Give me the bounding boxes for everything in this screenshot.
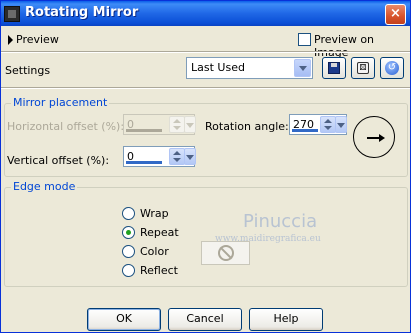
ok-button[interactable]: OK — [87, 308, 161, 331]
rotation-angle-field[interactable]: 270 — [289, 114, 347, 135]
save-preset-icon — [328, 62, 340, 74]
spinner-arrows-icon[interactable] — [320, 116, 336, 133]
divider — [1, 51, 410, 53]
spinner-arrows-icon — [169, 116, 185, 133]
preset-select-value: Last Used — [191, 61, 245, 74]
color-radio[interactable] — [122, 245, 135, 258]
vertical-offset-label: Vertical offset (%): — [7, 154, 110, 167]
app-icon — [4, 6, 20, 22]
close-button[interactable]: × — [385, 4, 406, 25]
rotation-angle-label: Rotation angle: — [205, 120, 289, 133]
rotating-mirror-dialog: Rotating Mirror × Preview Preview on Ima… — [0, 0, 411, 333]
title-bar[interactable]: Rotating Mirror × — [1, 1, 410, 26]
expand-preview-icon[interactable] — [8, 35, 13, 45]
reflect-radio-label[interactable]: Reflect — [140, 264, 178, 277]
edge-mode-title: Edge mode — [11, 180, 78, 193]
horizontal-offset-field: 0 — [123, 114, 196, 135]
wrap-radio[interactable] — [122, 207, 135, 220]
reflect-radio[interactable] — [122, 264, 135, 277]
chevron-down-icon[interactable] — [294, 59, 311, 77]
help-button[interactable]: Help — [249, 308, 323, 331]
edge-mode-group: Edge mode — [4, 180, 408, 287]
cancel-button[interactable]: Cancel — [168, 308, 242, 331]
rotation-angle-slider[interactable] — [292, 129, 318, 132]
dice-icon: ⚄ — [357, 62, 369, 74]
preview-on-image-checkbox[interactable] — [298, 33, 311, 46]
wrap-radio-label[interactable]: Wrap — [140, 207, 169, 220]
save-preset-button[interactable] — [322, 57, 346, 79]
chevron-down-icon[interactable] — [184, 148, 196, 165]
color-radio-label[interactable]: Color — [140, 245, 169, 258]
reset-icon: ↺ — [385, 61, 399, 75]
preview-on-image-label[interactable]: Preview on Image — [314, 33, 410, 59]
repeat-radio[interactable] — [122, 226, 135, 239]
preset-select[interactable]: Last Used — [186, 57, 313, 79]
spinner-arrows-icon[interactable] — [169, 148, 185, 165]
angle-arrow-tip — [379, 134, 385, 142]
repeat-radio-label[interactable]: Repeat — [140, 226, 179, 239]
preview-toggle-label[interactable]: Preview — [16, 33, 59, 46]
window-title: Rotating Mirror — [25, 5, 139, 20]
angle-dial-icon[interactable] — [353, 116, 395, 158]
vertical-offset-slider[interactable] — [126, 161, 162, 164]
horizontal-offset-label: Horizontal offset (%): — [7, 120, 125, 133]
edge-color-swatch — [201, 241, 250, 265]
watermark-url: www.maidiregrafica.eu — [215, 234, 321, 244]
settings-label: Settings — [5, 64, 51, 77]
mirror-placement-title: Mirror placement — [11, 96, 110, 109]
chevron-down-icon — [184, 116, 196, 133]
horizontal-offset-slider — [126, 129, 162, 132]
vertical-offset-field[interactable]: 0 — [123, 146, 196, 167]
chevron-down-icon[interactable] — [335, 116, 347, 133]
watermark-name: Pinuccia — [243, 211, 318, 232]
no-color-icon — [218, 245, 234, 261]
randomize-button[interactable]: ⚄ — [351, 57, 375, 79]
divider — [1, 87, 410, 89]
reset-button[interactable]: ↺ — [380, 57, 404, 79]
